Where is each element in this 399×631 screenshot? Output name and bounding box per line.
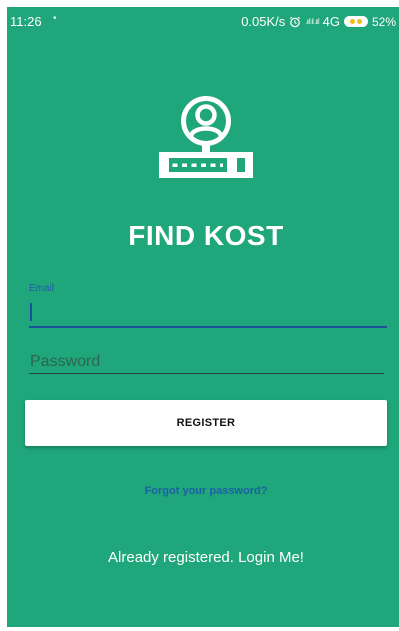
user-router-icon xyxy=(159,96,253,178)
alarm-icon xyxy=(290,16,301,27)
status-bar: 11:26 • 0.05K/s .ııl ıl .ııl 4G 52% xyxy=(7,7,399,35)
network-type: 4G xyxy=(322,14,340,29)
notification-dot-icon: • xyxy=(53,13,57,24)
app-title: FIND KOST xyxy=(128,220,284,251)
password-field[interactable] xyxy=(29,351,384,374)
text-cursor xyxy=(30,303,32,321)
battery-icon xyxy=(343,16,368,27)
battery-percent: 52% xyxy=(371,14,396,29)
status-indicators: 0.05K/s .ııl ıl .ııl 4G 52% xyxy=(241,14,396,29)
email-label: Email xyxy=(29,283,55,294)
login-screen: 11:26 • 0.05K/s .ııl ıl .ııl 4G 52% FIND… xyxy=(7,7,399,627)
forgot-password-link[interactable]: Forgot your password? xyxy=(7,485,399,497)
network-speed: 0.05K/s xyxy=(241,14,286,29)
register-button[interactable]: REGISTER xyxy=(25,400,387,446)
signal-icon: .ııl ıl .ııl xyxy=(305,17,319,26)
status-time: 11:26 xyxy=(10,14,42,29)
email-field[interactable] xyxy=(29,298,387,328)
login-link[interactable]: Already registered. Login Me! xyxy=(7,549,399,566)
